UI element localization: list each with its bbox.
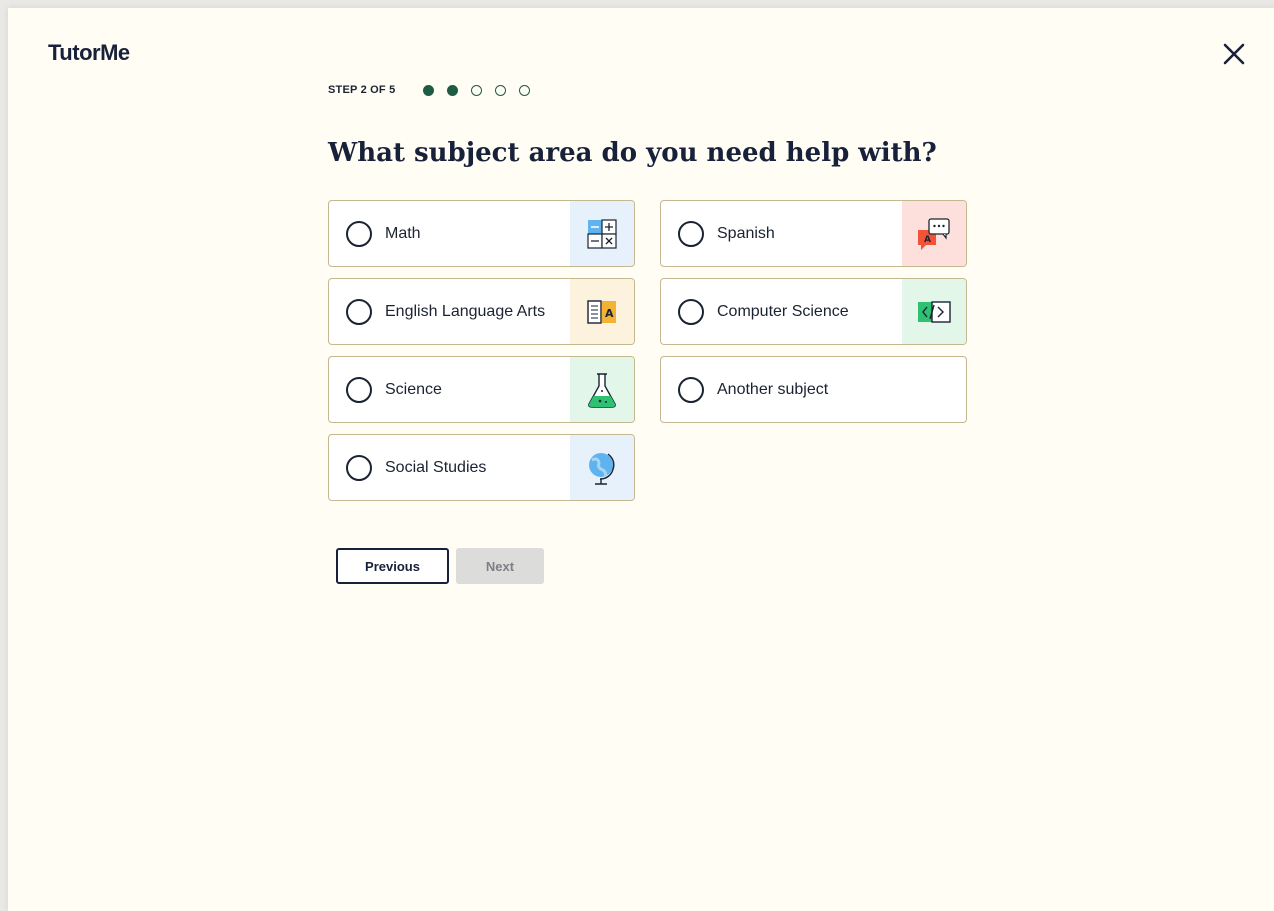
globe-icon — [589, 452, 615, 485]
flask-icon — [588, 372, 616, 408]
step-dot — [471, 84, 483, 96]
step-dots — [423, 84, 531, 96]
close-icon[interactable] — [1222, 42, 1246, 66]
science-tile — [570, 357, 634, 422]
option-science[interactable]: Science — [328, 356, 635, 423]
radio-button[interactable] — [346, 298, 372, 325]
english-tile: A — [570, 279, 634, 344]
option-social-studies[interactable]: Social Studies — [328, 434, 635, 501]
radio-button[interactable] — [678, 376, 704, 403]
step-dot — [423, 84, 435, 96]
books-icon: A — [587, 299, 616, 324]
radio-button[interactable] — [346, 376, 372, 403]
option-english-language-arts[interactable]: English Language Arts A — [328, 278, 635, 345]
code-icon — [918, 300, 951, 323]
option-math[interactable]: Math — [328, 200, 635, 267]
svg-text:A: A — [605, 307, 614, 320]
next-button: Next — [456, 548, 544, 584]
tutorme-logo[interactable]: TutorMe — [48, 40, 130, 66]
option-label: Another subject — [717, 380, 829, 398]
spanish-tile: A — [902, 201, 966, 266]
stepper: STEP 2 OF 5 — [328, 84, 531, 96]
option-label: English Language Arts — [385, 302, 546, 320]
social-studies-tile — [570, 435, 634, 500]
option-spanish[interactable]: Spanish A — [660, 200, 967, 267]
option-label: Spanish — [717, 224, 775, 242]
option-label: Math — [385, 224, 421, 242]
step-dot — [495, 84, 507, 96]
radio-button[interactable] — [678, 298, 704, 325]
radio-button[interactable] — [678, 220, 704, 247]
speech-bubbles-icon: A — [918, 217, 950, 250]
onboarding-modal: TutorMe STEP 2 OF 5 What subject area do… — [8, 8, 1274, 911]
calculator-icon — [587, 218, 617, 249]
option-another-subject[interactable]: Another subject — [660, 356, 967, 423]
math-tile — [570, 201, 634, 266]
step-dot — [519, 84, 531, 96]
svg-text:A: A — [924, 235, 931, 245]
option-computer-science[interactable]: Computer Science — [660, 278, 967, 345]
step-dot — [447, 84, 459, 96]
option-label: Science — [385, 380, 442, 398]
page-title: What subject area do you need help with? — [328, 138, 937, 168]
navigation-buttons: Previous Next — [336, 548, 544, 584]
option-label: Computer Science — [717, 302, 849, 320]
step-label: STEP 2 OF 5 — [328, 84, 396, 96]
radio-button[interactable] — [346, 454, 372, 481]
option-label: Social Studies — [385, 458, 487, 476]
computer-science-tile — [902, 279, 966, 344]
previous-button[interactable]: Previous — [336, 548, 449, 584]
radio-button[interactable] — [346, 220, 372, 247]
